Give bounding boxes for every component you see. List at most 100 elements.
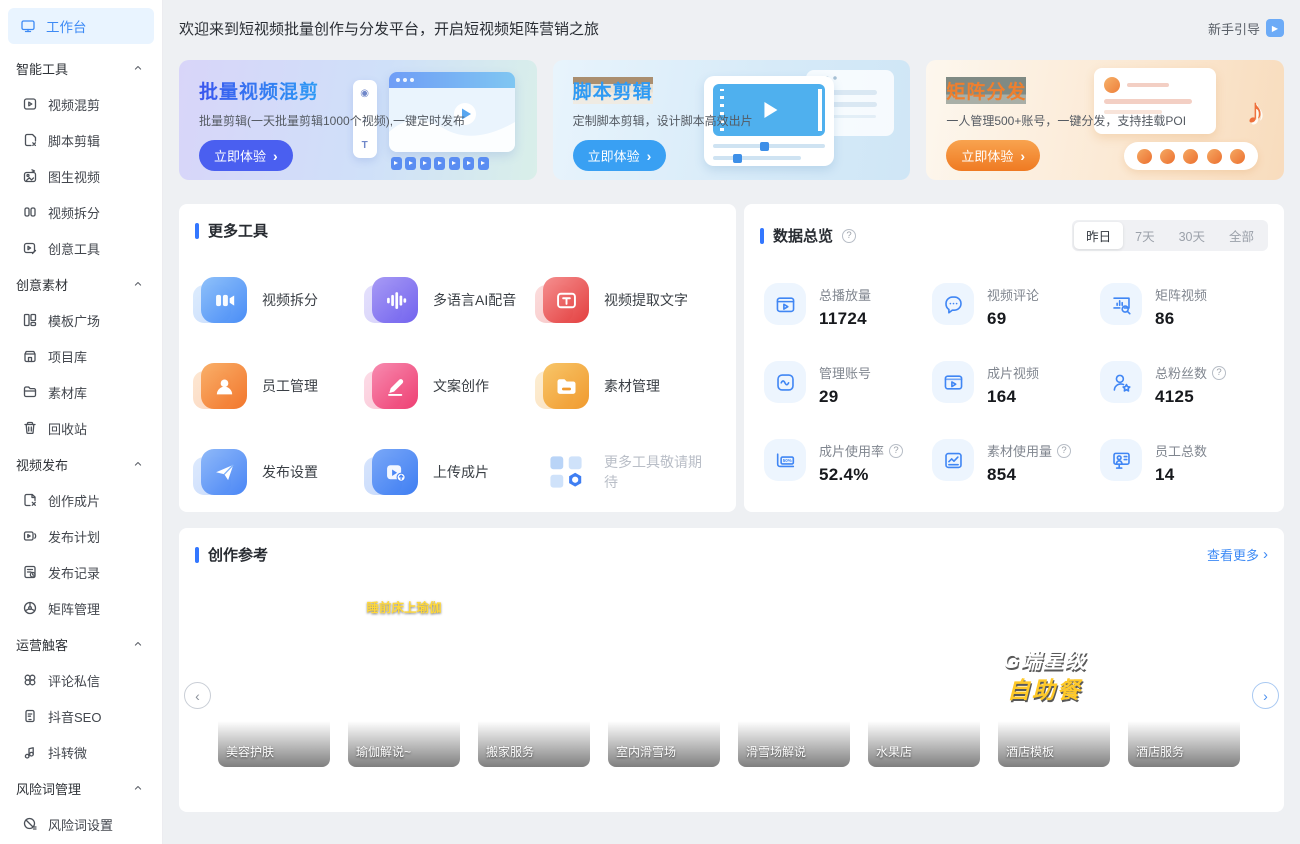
stat-item: 矩阵视频 86 <box>1100 283 1268 329</box>
sidebar-entry[interactable]: 风险词设置 <box>8 806 154 842</box>
time-range-tab[interactable]: 7天 <box>1123 222 1166 249</box>
stat-video-icon <box>932 361 974 403</box>
promo-card-batch-video-mix[interactable]: 批量视频混剪 批量剪辑(一天批量剪辑1000个视频),一键定时发布 立即体验 <box>179 60 537 180</box>
tool-item[interactable]: 更多工具敬请期待 <box>543 449 714 495</box>
sidebar-entry[interactable]: 风险词管理 <box>8 770 154 806</box>
sidebar-entry-label: 运营触客 <box>16 635 132 654</box>
sidebar-entry[interactable]: 模板广场 <box>8 302 154 338</box>
carousel-prev-button[interactable] <box>184 682 211 709</box>
stat-label: 总粉丝数 <box>1155 363 1226 382</box>
video-card[interactable]: 室内滑雪场 <box>608 587 720 767</box>
sidebar-entry[interactable]: 脚本剪辑 <box>8 122 154 158</box>
sidebar-entry[interactable]: 图生视频 <box>8 158 154 194</box>
stat-value: 11724 <box>819 309 871 329</box>
video-caption: 瑜伽解说~ <box>356 743 411 760</box>
video-card[interactable]: 搬家服务 <box>478 587 590 767</box>
sidebar-entry[interactable]: 创作成片 <box>8 482 154 518</box>
help-icon[interactable] <box>1057 444 1071 458</box>
sidebar-entry[interactable]: 运营触客 <box>8 626 154 662</box>
stat-material-icon <box>932 439 974 481</box>
sidebar-entry[interactable]: 评论私信 <box>8 662 154 698</box>
video-caption: 酒店模板 <box>1006 743 1054 760</box>
sidebar-entry-label: 创意工具 <box>48 239 100 258</box>
video-card[interactable]: G端星级 自助餐 酒店模板 <box>998 587 1110 767</box>
sidebar-entry[interactable]: 智能工具 <box>8 50 154 86</box>
tool-item[interactable]: 素材管理 <box>543 363 714 409</box>
tool-material-icon <box>543 363 589 409</box>
tool-item[interactable]: 文案创作 <box>372 363 543 409</box>
promo-cards: 批量视频混剪 批量剪辑(一天批量剪辑1000个视频),一键定时发布 立即体验 <box>179 60 1284 180</box>
video-split-icon <box>22 204 38 220</box>
time-range-tab[interactable]: 全部 <box>1217 222 1266 249</box>
tool-item[interactable]: 发布设置 <box>201 449 372 495</box>
sidebar-entry[interactable]: 发布记录 <box>8 554 154 590</box>
promo-card-matrix-distribution[interactable]: 矩阵分发 一人管理500+账号，一键分发，支持挂载POI 立即体验 <box>926 60 1284 180</box>
sidebar-entry[interactable]: 视频混剪 <box>8 86 154 122</box>
video-card[interactable]: 水果店 <box>868 587 980 767</box>
tool-staff-icon <box>201 363 247 409</box>
tool-label: 上传成片 <box>433 462 489 482</box>
carousel-next-button[interactable] <box>1252 682 1279 709</box>
try-now-button[interactable]: 立即体验 <box>946 140 1040 171</box>
time-range-tab[interactable]: 昨日 <box>1074 222 1123 249</box>
tool-item[interactable]: 多语言AI配音 <box>372 277 543 323</box>
sidebar-entry[interactable]: 视频发布 <box>8 446 154 482</box>
stat-staff-icon <box>1100 439 1142 481</box>
try-now-button[interactable]: 立即体验 <box>573 140 667 171</box>
tool-item[interactable]: 员工管理 <box>201 363 372 409</box>
stat-label: 素材使用量 <box>987 441 1071 460</box>
time-range-tab[interactable]: 30天 <box>1167 222 1217 249</box>
tool-video-split-icon <box>201 277 247 323</box>
view-more-link[interactable]: 查看更多 <box>1207 545 1268 564</box>
sidebar-entry[interactable]: 视频拆分 <box>8 194 154 230</box>
tool-item[interactable]: 视频提取文字 <box>543 277 714 323</box>
stat-account-icon <box>764 361 806 403</box>
sidebar-entry[interactable]: 素材库 <box>8 374 154 410</box>
chevron-up-icon <box>132 782 144 794</box>
promo-subtitle: 批量剪辑(一天批量剪辑1000个视频),一键定时发布 <box>199 112 465 129</box>
sidebar-entry[interactable]: 发布计划 <box>8 518 154 554</box>
promo-card-script-edit[interactable]: 脚本剪辑 定制脚本剪辑，设计脚本高效出片 立即体验 <box>553 60 911 180</box>
video-card[interactable]: 美容护肤 <box>218 587 330 767</box>
section-bar <box>195 547 199 563</box>
video-card[interactable]: 睡前床上瑜伽 瑜伽解说~ <box>348 587 460 767</box>
tools-grid: 视频拆分 多语言AI配音 视频提取文字 员工管理 <box>195 277 720 495</box>
sidebar-entry[interactable]: 创意工具 <box>8 230 154 266</box>
promo-subtitle: 一人管理500+账号，一键分发，支持挂载POI <box>946 112 1186 129</box>
tool-item[interactable]: 上传成片 <box>372 449 543 495</box>
sidebar-entry[interactable]: 创意素材 <box>8 266 154 302</box>
video-caption: 滑雪场解说 <box>746 743 806 760</box>
stats-grid: 总播放量 11724 视频评论 <box>760 283 1268 485</box>
stat-label: 员工总数 <box>1155 441 1207 460</box>
tool-item[interactable]: 视频拆分 <box>201 277 372 323</box>
sidebar-entry[interactable]: 抖转微 <box>8 734 154 770</box>
sidebar-entry[interactable]: 项目库 <box>8 338 154 374</box>
recycle-bin-icon <box>22 420 38 436</box>
video-card[interactable]: 滑雪场解说 <box>738 587 850 767</box>
tool-label: 发布设置 <box>262 462 318 482</box>
sidebar-entry-label: 发布计划 <box>48 527 100 546</box>
sidebar-entry[interactable]: 回收站 <box>8 410 154 446</box>
data-overview-card: 数据总览 昨日 7天 30天 全部 <box>744 204 1284 512</box>
stat-rate-icon: 50% <box>764 439 806 481</box>
sidebar-entry-label: 风险词管理 <box>16 779 132 798</box>
video-caption: 水果店 <box>876 743 912 760</box>
help-icon[interactable] <box>842 229 856 243</box>
script-edit-icon <box>22 132 38 148</box>
sidebar-entry[interactable]: 矩阵管理 <box>8 590 154 626</box>
video-carousel: 美容护肤 睡前床上瑜伽 瑜伽解说~ 搬家服 <box>218 587 1268 767</box>
try-now-button[interactable]: 立即体验 <box>199 140 293 171</box>
sidebar-entry-label: 视频发布 <box>16 455 132 474</box>
sidebar-entry-label: 抖音SEO <box>48 707 101 726</box>
video-card[interactable]: 酒店服务 <box>1128 587 1240 767</box>
tool-label: 更多工具敬请期待 <box>604 452 714 492</box>
beginner-guide-button[interactable]: 新手引导 <box>1208 19 1284 38</box>
tools-and-data-row: 更多工具 视频拆分 多语言AI配音 视频提取文字 <box>179 204 1284 512</box>
help-icon[interactable] <box>889 444 903 458</box>
help-icon[interactable] <box>1212 366 1226 380</box>
tool-more-icon <box>543 449 589 495</box>
sidebar-entry[interactable]: 抖音SEO <box>8 698 154 734</box>
workbench-label: 工作台 <box>46 16 87 36</box>
project-library-icon <box>22 348 38 364</box>
sidebar-item-workbench[interactable]: 工作台 <box>8 8 154 44</box>
